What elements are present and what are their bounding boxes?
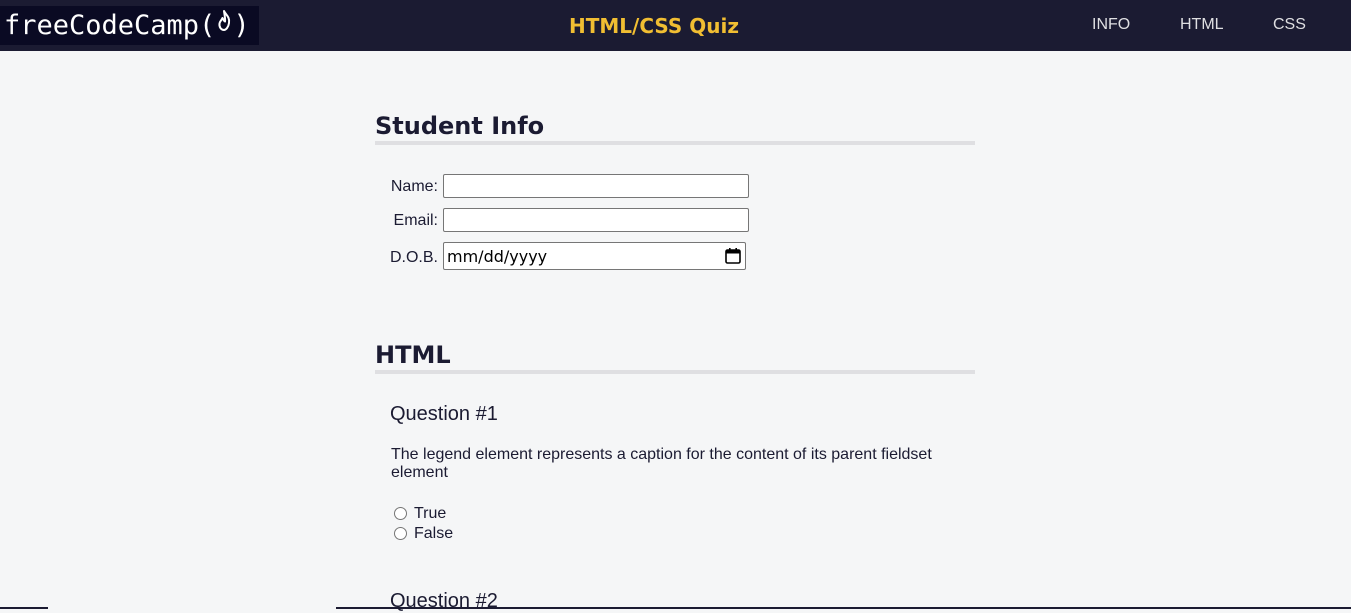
option-label-true[interactable]: True — [414, 504, 446, 524]
question-2-title: Question #2 — [390, 589, 498, 613]
name-row: Name: — [375, 173, 975, 201]
section-heading-html: HTML — [375, 341, 975, 374]
flame-icon — [215, 6, 233, 44]
top-navbar: freeCodeCamp() HTML/CSS Quiz INFO HTML C… — [0, 0, 1351, 51]
option-label-false[interactable]: False — [414, 524, 453, 544]
nav-link-css[interactable]: CSS — [1273, 15, 1306, 35]
email-label: Email: — [394, 211, 438, 231]
calendar-icon[interactable] — [724, 247, 742, 265]
dob-row: D.O.B. mm/dd/yyyy — [375, 242, 975, 270]
radio-button[interactable] — [394, 507, 407, 520]
name-input[interactable] — [443, 174, 749, 198]
student-info-section: Student Info — [375, 112, 975, 145]
freecodecamp-logo[interactable]: freeCodeCamp() — [0, 6, 259, 45]
page-title: HTML/CSS Quiz — [520, 14, 788, 38]
email-input[interactable] — [443, 208, 749, 232]
dob-label: D.O.B. — [390, 248, 438, 268]
name-label: Name: — [391, 177, 438, 197]
dob-date-input[interactable]: mm/dd/yyyy — [443, 242, 746, 270]
logo-text-close: ) — [233, 10, 249, 41]
email-row: Email: — [375, 207, 975, 235]
section-heading-student-info: Student Info — [375, 112, 975, 145]
html-section: HTML — [375, 341, 975, 374]
question-1-text: The legend element represents a caption … — [391, 446, 951, 482]
question-1-title: Question #1 — [390, 402, 498, 426]
radio-button[interactable] — [394, 527, 407, 540]
dob-placeholder: mm/dd/yyyy — [447, 248, 547, 266]
nav-link-html[interactable]: HTML — [1180, 15, 1224, 35]
nav-link-info[interactable]: INFO — [1092, 15, 1130, 35]
logo-text: freeCodeCamp( — [4, 10, 215, 41]
